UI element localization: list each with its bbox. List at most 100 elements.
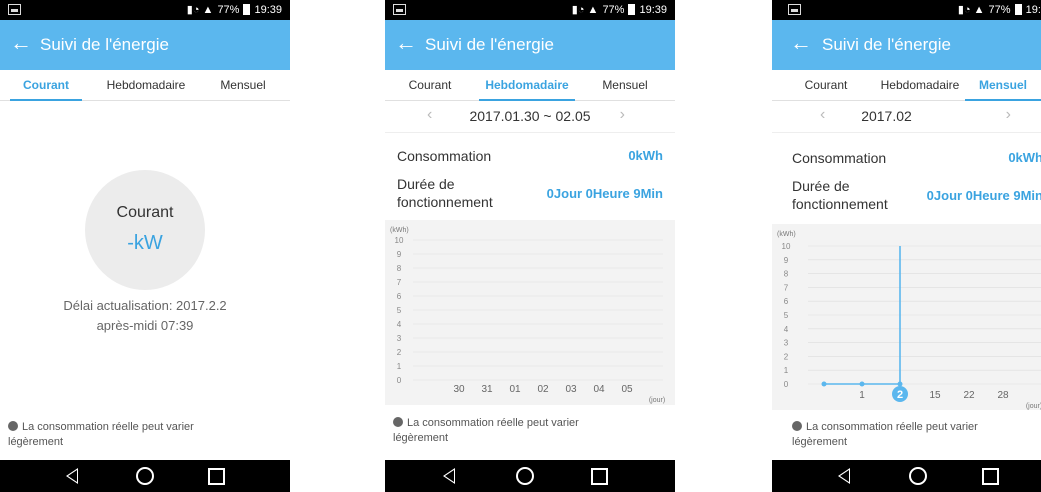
next-period-icon[interactable]: › <box>620 106 625 124</box>
y-tick-label: 7 <box>784 283 789 292</box>
status-bar: ▮◔ ▲ 77% 19:39 <box>0 0 290 20</box>
tab-monthly[interactable]: Mensuel <box>585 70 665 100</box>
app-bar: ← Suivi de l'énergie <box>772 20 1041 70</box>
tab-bar: Courant Hebdomadaire Mensuel <box>0 70 290 101</box>
nav-recents-icon[interactable] <box>208 468 225 485</box>
notification-icon <box>393 4 406 15</box>
power-value: -kW <box>127 232 163 254</box>
back-arrow-icon[interactable]: ← <box>395 31 417 55</box>
system-nav-bar <box>0 460 290 492</box>
disclaimer-line2: légèrement <box>393 432 449 444</box>
y-axis-unit: (kWh) <box>777 231 796 238</box>
x-tick-label: 28 <box>997 390 1009 401</box>
y-tick-label: 1 <box>784 366 789 375</box>
app-bar: ← Suivi de l'énergie <box>385 20 675 70</box>
consumption-row: Consommation 0kWh <box>397 148 663 164</box>
nav-home-icon[interactable] <box>516 467 534 485</box>
nav-back-icon[interactable] <box>838 468 850 484</box>
nav-back-icon[interactable] <box>443 468 455 484</box>
monthly-chart: (kWh) 0 1 2 3 4 5 6 7 8 9 10 1 2 15 22 28 (jour) <box>772 224 1041 410</box>
back-arrow-icon[interactable]: ← <box>790 31 812 55</box>
nav-recents-icon[interactable] <box>982 468 999 485</box>
disclaimer-line2: légèrement <box>792 436 848 448</box>
period-label: 2017.01.30 ~ 02.05 <box>469 108 591 124</box>
battery-percent: 77% <box>602 3 625 16</box>
y-tick-label: 4 <box>397 320 402 329</box>
x-axis-unit: (jour) <box>649 397 665 404</box>
status-bar: ▮◔ ▲ 77% 19:3 <box>772 0 1041 20</box>
y-tick-label: 2 <box>784 352 789 361</box>
nav-recents-icon[interactable] <box>591 468 608 485</box>
tab-monthly[interactable]: Mensuel <box>205 70 281 100</box>
consumption-value: 0kWh <box>1008 150 1041 165</box>
refresh-time: après-midi 07:39 <box>96 318 194 333</box>
page-title: Suivi de l'énergie <box>822 35 951 54</box>
status-bar: ▮◔ ▲ 77% 19:39 <box>385 0 675 20</box>
disclaimer-line1: La consommation réelle peut varier <box>806 421 978 433</box>
period-selector: ‹ 2017.02 › <box>772 100 1041 133</box>
refresh-info: Délai actualisation: 2017.2.2 après-midi… <box>0 296 290 336</box>
y-tick-label: 10 <box>782 242 791 251</box>
y-tick-label: 5 <box>784 311 789 320</box>
nav-home-icon[interactable] <box>136 467 154 485</box>
tab-weekly[interactable]: Hebdomadaire <box>872 70 968 100</box>
screen-weekly: ▮◔ ▲ 77% 19:39 ← Suivi de l'énergie Cour… <box>385 0 675 492</box>
tab-current[interactable]: Courant <box>790 70 862 100</box>
back-arrow-icon[interactable]: ← <box>10 31 32 55</box>
tab-current[interactable]: Courant <box>10 70 82 101</box>
disclaimer-line2: légèrement <box>8 436 64 448</box>
monthly-chart-svg: (kWh) 0 1 2 3 4 5 6 7 8 9 10 1 2 15 22 28 (jour) <box>777 231 1041 410</box>
consumption-label: Consommation <box>792 150 887 166</box>
weekly-chart-svg: (kWh)01234567891030 31 01 02 03 04 05(jour) <box>390 227 665 404</box>
tab-monthly[interactable]: Mensuel <box>965 70 1041 101</box>
x-tick-label: 2 <box>897 389 903 401</box>
info-icon <box>393 417 403 427</box>
page-title: Suivi de l'énergie <box>425 35 554 54</box>
data-point <box>897 381 903 387</box>
disclaimer-line1: La consommation réelle peut varier <box>407 417 579 429</box>
battery-percent: 77% <box>988 3 1011 16</box>
clock: 19:39 <box>639 3 667 16</box>
info-icon <box>792 421 802 431</box>
y-tick-label: 9 <box>397 250 402 259</box>
y-tick-label: 2 <box>397 348 402 357</box>
y-tick-label: 4 <box>784 325 789 334</box>
x-tick-label: 15 <box>929 390 941 401</box>
system-nav-bar <box>385 460 675 492</box>
consumption-row: Consommation 0kWh <box>792 150 1041 166</box>
x-tick-label: 04 <box>593 384 605 395</box>
battery-icon <box>628 4 636 15</box>
consumption-value: 0kWh <box>628 148 663 163</box>
battery-icon <box>243 4 251 15</box>
tab-bar: Courant Hebdomadaire Mensuel <box>772 70 1041 101</box>
period-label: 2017.02 <box>861 108 912 124</box>
y-tick-label: 6 <box>784 297 789 306</box>
y-tick-label: 7 <box>397 278 402 287</box>
x-tick-label: 31 <box>481 384 493 395</box>
tab-current[interactable]: Courant <box>393 70 467 100</box>
nav-home-icon[interactable] <box>909 467 927 485</box>
x-tick-label: 1 <box>859 390 865 401</box>
x-tick-label: 03 <box>565 384 577 395</box>
tab-weekly[interactable]: Hebdomadaire <box>479 70 575 101</box>
refresh-label: Délai actualisation: 2017.2.2 <box>63 298 227 313</box>
nav-back-icon[interactable] <box>66 468 78 484</box>
data-point <box>859 381 865 387</box>
y-tick-label: 0 <box>397 376 402 385</box>
x-axis-unit: (jour) <box>1026 403 1041 410</box>
tab-weekly[interactable]: Hebdomadaire <box>98 70 194 100</box>
y-tick-label: 9 <box>784 256 789 265</box>
current-power-circle: Courant -kW <box>85 170 205 290</box>
disclaimer: La consommation réelle peut varier légèr… <box>792 420 978 450</box>
x-tick-label: 22 <box>963 390 975 401</box>
screen-current: ▮◔ ▲ 77% 19:39 ← Suivi de l'énergie Cour… <box>0 0 290 492</box>
y-tick-label: 3 <box>397 334 402 343</box>
x-tick-label: 30 <box>453 384 465 395</box>
y-tick-label: 10 <box>395 236 404 245</box>
y-tick-label: 8 <box>397 264 402 273</box>
page-title: Suivi de l'énergie <box>40 35 169 54</box>
duration-row: Durée de fonctionnement 0Jour 0Heure 9Mi… <box>397 176 663 216</box>
disclaimer: La consommation réelle peut varier légèr… <box>393 416 579 446</box>
y-tick-label: 1 <box>397 362 402 371</box>
next-period-icon[interactable]: › <box>1006 106 1011 124</box>
